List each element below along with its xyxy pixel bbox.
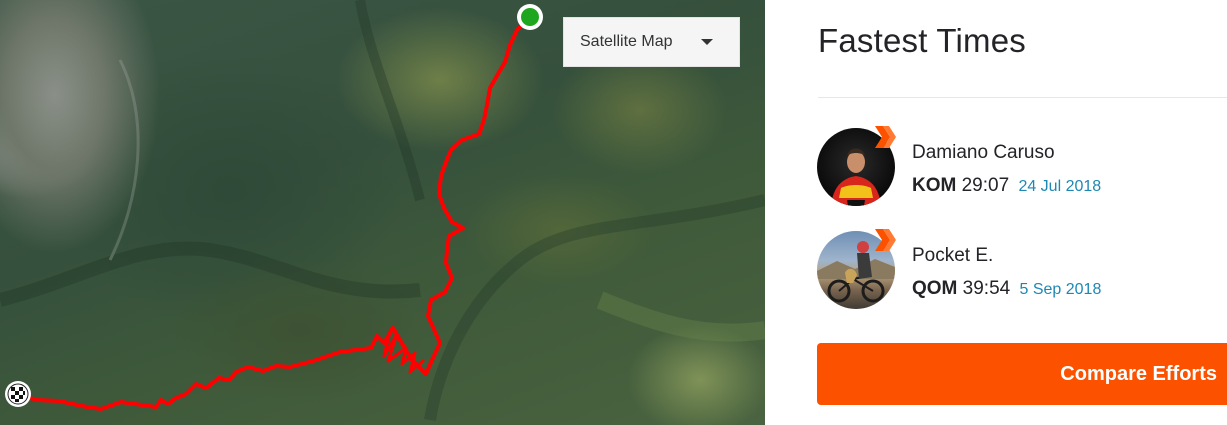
effort-date-link[interactable]: 5 Sep 2018 (1020, 281, 1102, 298)
start-marker-icon[interactable] (517, 4, 543, 30)
map-type-label: Satellite Map (580, 33, 673, 50)
leader-stat: KOM 29:07 24 Jul 2018 (912, 175, 1101, 197)
fastest-times-panel: Fastest Times Damiano Caruso KOM 29:07 2… (765, 0, 1227, 425)
compare-efforts-button[interactable]: Compare Efforts (817, 343, 1227, 405)
leader-stat: QOM 39:54 5 Sep 2018 (912, 278, 1101, 300)
leader-time: 39:54 (962, 278, 1011, 299)
map-type-dropdown[interactable]: Satellite Map (563, 17, 740, 67)
leader-time: 29:07 (961, 175, 1010, 196)
leader-name[interactable]: Pocket E. (912, 245, 993, 267)
qom-label: QOM (912, 278, 958, 299)
divider (818, 97, 1227, 98)
chevron-badge-icon (875, 229, 896, 251)
chevron-badge-icon (875, 126, 896, 148)
kom-label: KOM (912, 175, 957, 196)
leader-entry-qom[interactable]: Pocket E. QOM 39:54 5 Sep 2018 (817, 229, 1217, 311)
chevron-down-icon (701, 39, 713, 45)
leader-entry-kom[interactable]: Damiano Caruso KOM 29:07 24 Jul 2018 (817, 126, 1217, 208)
route-switchbacks (382, 327, 425, 374)
panel-title: Fastest Times (818, 22, 1026, 59)
segment-map[interactable]: Satellite Map (0, 0, 765, 425)
checkered-flag-icon[interactable] (5, 381, 31, 407)
effort-date-link[interactable]: 24 Jul 2018 (1018, 178, 1101, 195)
leader-name[interactable]: Damiano Caruso (912, 142, 1055, 164)
